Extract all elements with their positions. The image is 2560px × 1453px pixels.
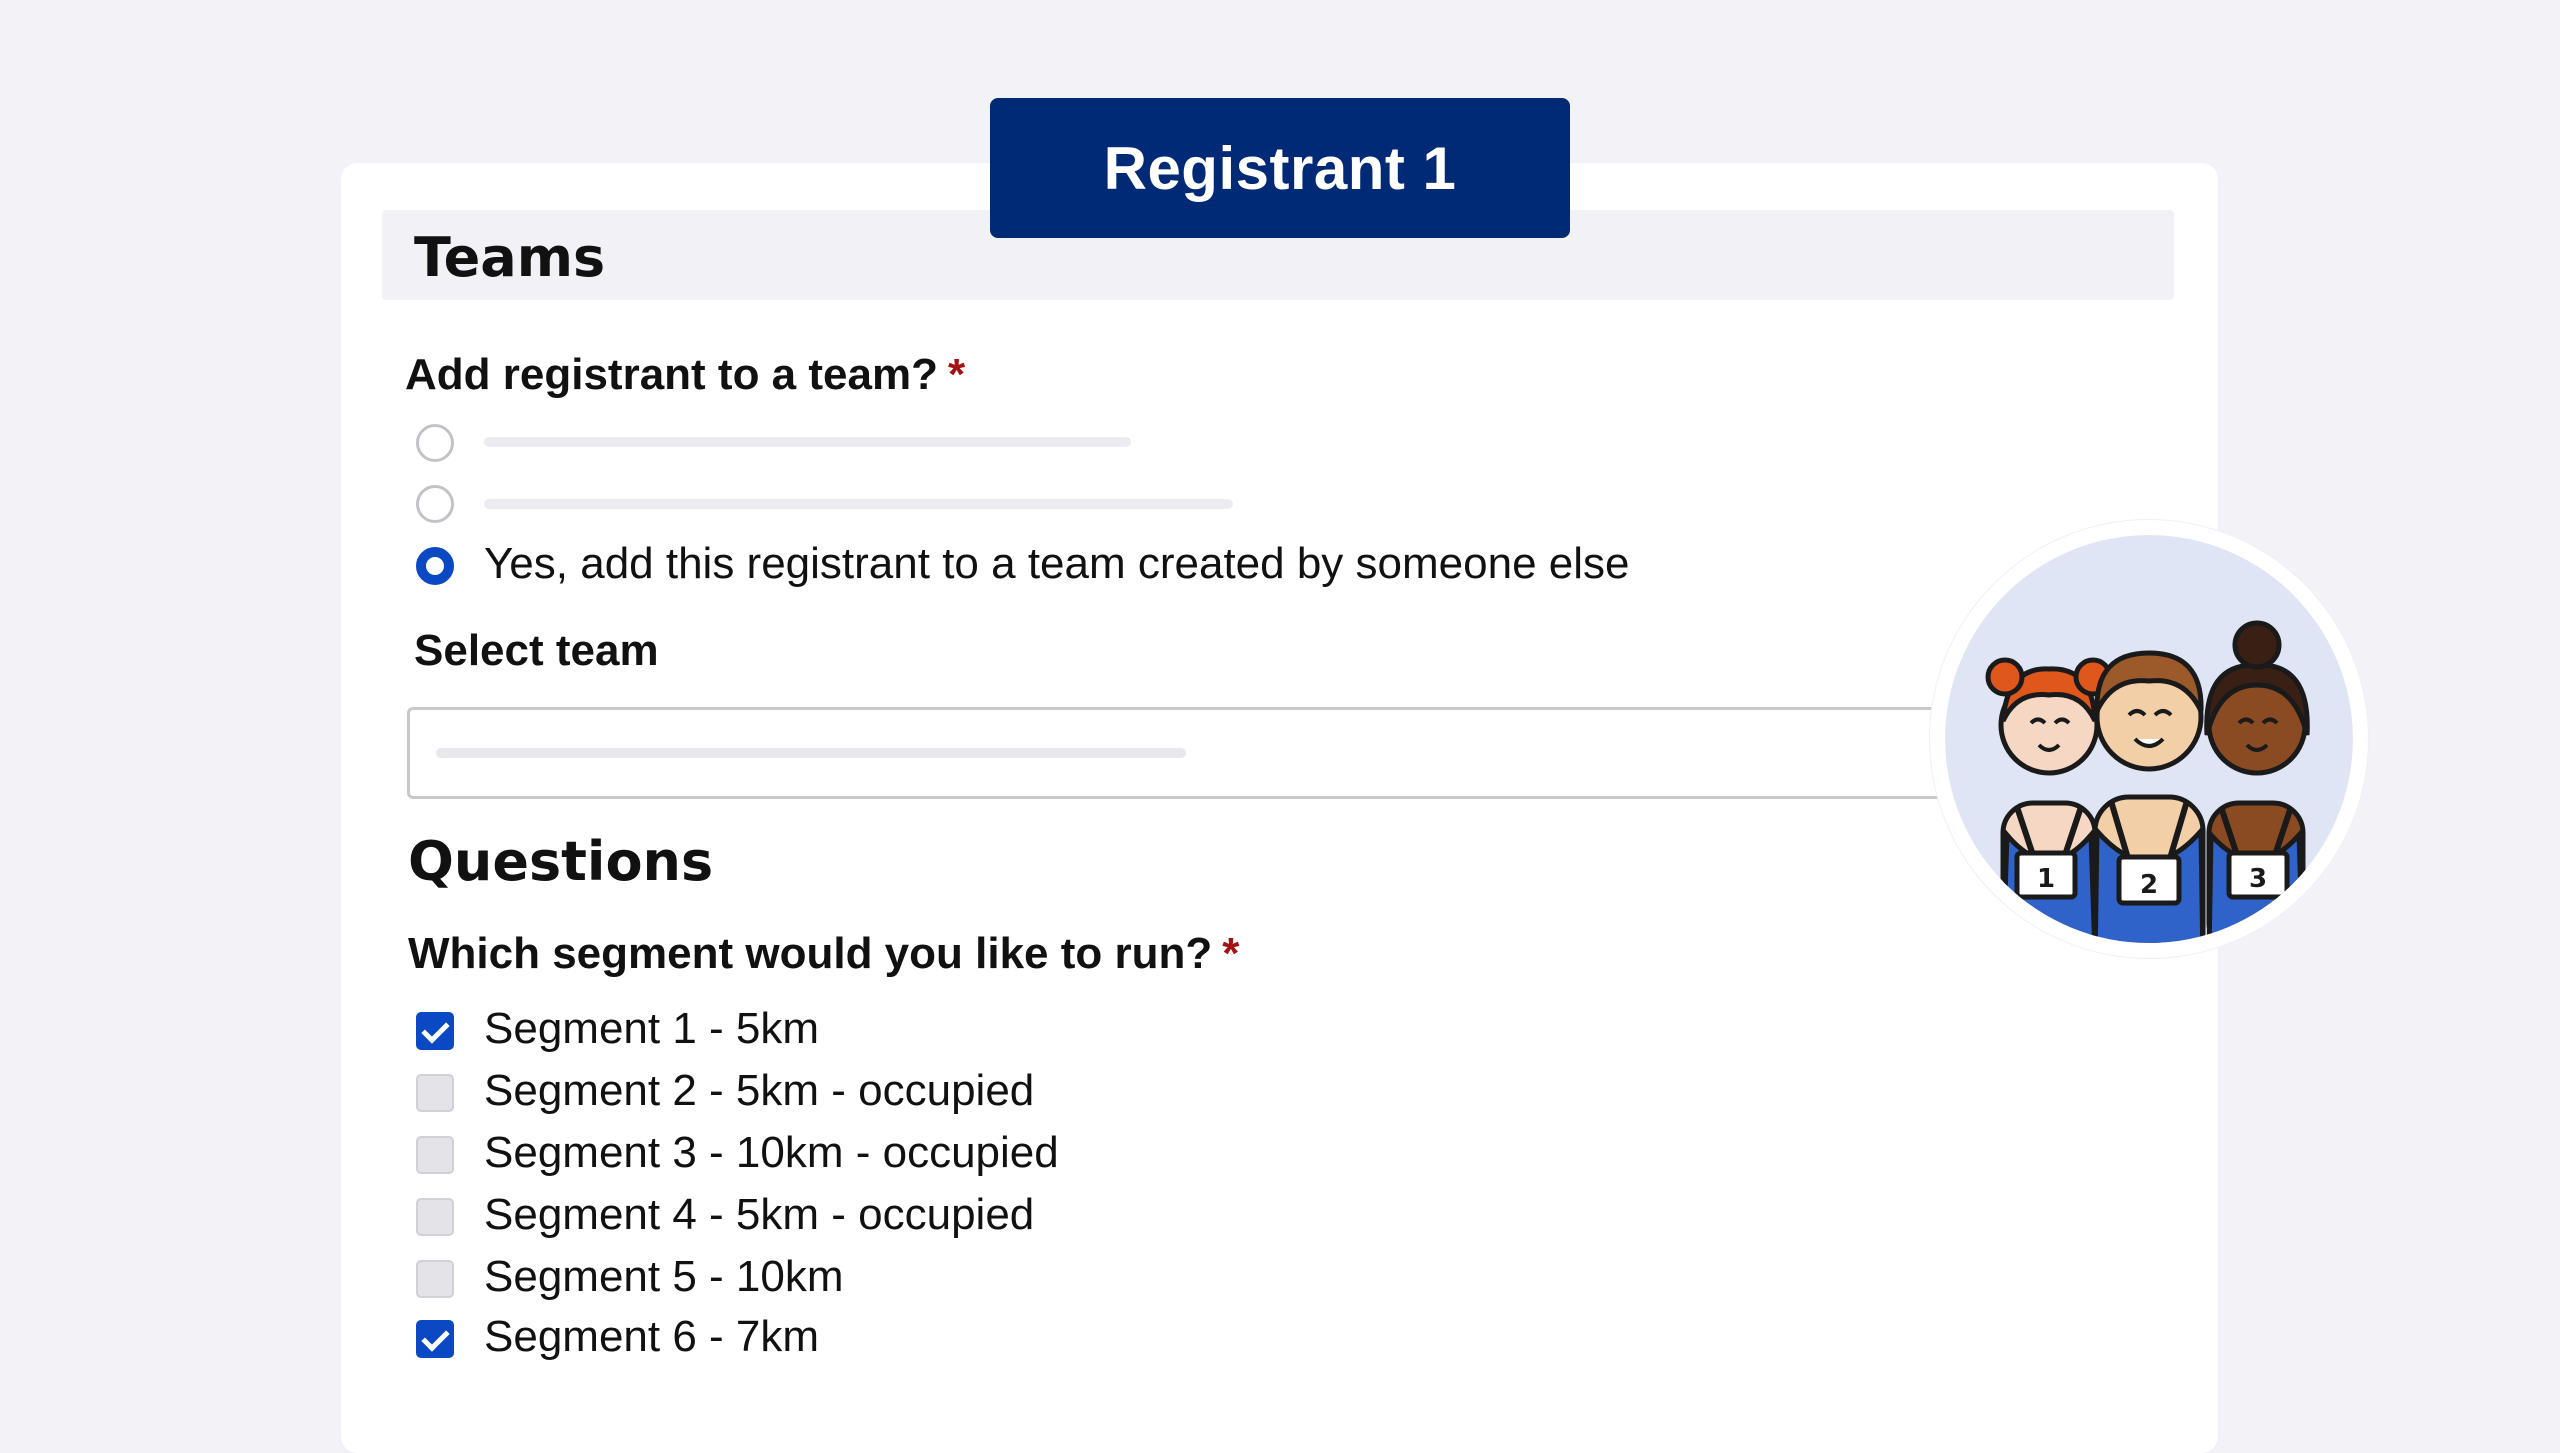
select-team-placeholder: [436, 748, 1186, 758]
team-question-label: Add registrant to a team? *: [405, 350, 965, 400]
team-option-radio-selected[interactable]: [416, 547, 454, 585]
segment-checkbox-6[interactable]: [416, 1320, 454, 1358]
team-option-placeholder-2: [484, 499, 1233, 509]
questions-heading: Questions: [408, 830, 714, 893]
required-marker: *: [947, 350, 966, 399]
select-team-field[interactable]: [407, 707, 2027, 799]
segment-checkbox-2[interactable]: [416, 1074, 454, 1112]
segment-checkbox-1[interactable]: [416, 1012, 454, 1050]
runner-3-bib: 3: [2249, 864, 2267, 894]
team-option-radio-1[interactable]: [416, 424, 454, 462]
segment-label-1[interactable]: Segment 1 - 5km: [484, 1004, 819, 1054]
segment-checkbox-3[interactable]: [416, 1136, 454, 1174]
segment-label-5[interactable]: Segment 5 - 10km: [484, 1252, 844, 1302]
segment-label-4[interactable]: Segment 4 - 5km - occupied: [484, 1190, 1034, 1240]
segment-label-6[interactable]: Segment 6 - 7km: [484, 1312, 819, 1362]
team-option-label-selected[interactable]: Yes, add this registrant to a team creat…: [484, 539, 1629, 589]
team-option-radio-2[interactable]: [416, 485, 454, 523]
segment-question-label: Which segment would you like to run? *: [408, 929, 1239, 979]
team-question-text: Add registrant to a team?: [405, 350, 938, 399]
team-option-placeholder-1: [484, 437, 1131, 447]
select-team-label: Select team: [414, 626, 659, 675]
segment-checkbox-5[interactable]: [416, 1260, 454, 1298]
segment-label-2[interactable]: Segment 2 - 5km - occupied: [484, 1066, 1034, 1116]
runners-illustration: 1 3 2: [1930, 520, 2368, 958]
teams-heading: Teams: [414, 226, 606, 289]
segment-checkbox-4[interactable]: [416, 1198, 454, 1236]
runner-2-bib: 2: [2140, 870, 2158, 900]
runners-illustration-graphic: 1 3 2: [1945, 535, 2353, 943]
registrant-banner: Registrant 1: [990, 98, 1570, 238]
required-marker: *: [1222, 929, 1240, 978]
runner-1-bib: 1: [2037, 864, 2055, 894]
segment-question-text: Which segment would you like to run?: [408, 929, 1213, 978]
segment-label-3[interactable]: Segment 3 - 10km - occupied: [484, 1128, 1059, 1178]
